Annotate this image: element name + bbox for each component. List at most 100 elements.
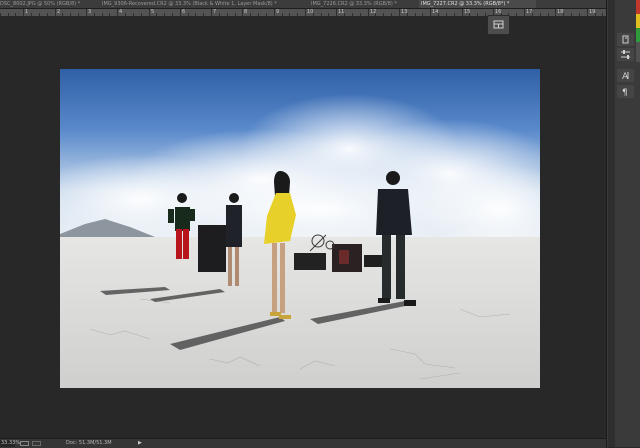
ruler-tick xyxy=(305,9,306,16)
tab-label: IMG_9306-Recovered.CR2 @ 33.3% (Black & … xyxy=(102,1,277,7)
ruler-minor-tick xyxy=(258,13,259,16)
ruler-tick xyxy=(462,9,463,16)
ruler-tick xyxy=(368,9,369,16)
horizontal-ruler: 012345678910111213141516171819 xyxy=(0,9,611,17)
ruler-minor-tick xyxy=(156,13,157,16)
ruler-tick xyxy=(430,9,431,16)
ruler-tick xyxy=(274,9,275,16)
ruler-minor-tick xyxy=(15,13,16,16)
ruler-label: 6 xyxy=(182,9,186,15)
ruler-label: 10 xyxy=(307,9,314,15)
ruler-minor-tick xyxy=(266,13,267,16)
tab-label: IMG_7226.CR2 @ 33.3% (RGB/8) * xyxy=(311,1,397,7)
ruler-label: 7 xyxy=(213,9,217,15)
ruler-minor-tick xyxy=(289,13,290,16)
ruler-minor-tick xyxy=(203,13,204,16)
tab-img-7226[interactable]: IMG_7226.CR2 @ 33.3% (RGB/8) * xyxy=(309,0,418,8)
ruler-minor-tick xyxy=(328,13,329,16)
ruler-minor-tick xyxy=(141,13,142,16)
ruler-label: 12 xyxy=(370,9,377,15)
ruler-tick xyxy=(117,9,118,16)
ruler-tick xyxy=(524,9,525,16)
ruler-minor-tick xyxy=(415,13,416,16)
tab-label: DSC_8002.JPG @ 50% (RGB/8) * xyxy=(0,1,81,7)
ruler-label: 13 xyxy=(401,9,408,15)
ruler-label: 4 xyxy=(119,9,123,15)
ruler-label: 1 xyxy=(25,9,29,15)
paragraph-panel-button[interactable]: ¶ xyxy=(617,85,634,98)
ruler-minor-tick xyxy=(8,13,9,16)
ruler-minor-tick xyxy=(571,13,572,16)
arrange-documents-button[interactable] xyxy=(487,15,510,35)
ruler-label: 14 xyxy=(432,9,439,15)
ruler-tick xyxy=(86,9,87,16)
ruler-minor-tick xyxy=(446,13,447,16)
ruler-tick xyxy=(587,9,588,16)
ruler-minor-tick xyxy=(39,13,40,16)
ruler-minor-tick xyxy=(485,13,486,16)
ruler-minor-tick xyxy=(321,13,322,16)
ruler-label: 8 xyxy=(244,9,248,15)
ruler-label: 9 xyxy=(276,9,280,15)
color-swatch-yellow xyxy=(636,14,640,28)
zoom-level-field[interactable]: 33.33% xyxy=(0,440,20,447)
tab-dsc-8002[interactable]: DSC_8002.JPG @ 50% (RGB/8) * xyxy=(0,0,99,8)
ruler-minor-tick xyxy=(516,13,517,16)
tab-img-9306[interactable]: IMG_9306-Recovered.CR2 @ 33.3% (Black & … xyxy=(100,0,308,8)
ruler-tick xyxy=(336,9,337,16)
ruler-minor-tick xyxy=(78,13,79,16)
ruler-minor-tick xyxy=(548,13,549,16)
arrange-documents-icon xyxy=(493,20,504,29)
ruler-minor-tick xyxy=(477,13,478,16)
ruler-label: 17 xyxy=(526,9,533,15)
panel-collapse-strip[interactable] xyxy=(608,0,615,447)
ruler-minor-tick xyxy=(454,13,455,16)
ruler-tick xyxy=(180,9,181,16)
adjustments-icon xyxy=(621,50,630,59)
ruler-label: 5 xyxy=(151,9,155,15)
ruler-minor-tick xyxy=(188,13,189,16)
ruler-minor-tick xyxy=(579,13,580,16)
ruler-tick xyxy=(149,9,150,16)
ruler-tick xyxy=(242,9,243,16)
ruler-minor-tick xyxy=(31,13,32,16)
ruler-label: 3 xyxy=(88,9,92,15)
ruler-minor-tick xyxy=(219,13,220,16)
ruler-minor-tick xyxy=(422,13,423,16)
ruler-label: 18 xyxy=(557,9,564,15)
paragraph-icon: ¶ xyxy=(622,88,628,98)
ruler-minor-tick xyxy=(282,13,283,16)
tab-img-7227[interactable]: IMG_7227.CR2 @ 33.3% (RGB/8*) * xyxy=(419,0,536,8)
ruler-tick xyxy=(55,9,56,16)
ruler-minor-tick xyxy=(70,13,71,16)
ruler-minor-tick xyxy=(164,13,165,16)
document-tab-bar: DSC_8002.JPG @ 50% (RGB/8) * IMG_9306-Re… xyxy=(0,0,606,9)
ruler-minor-tick xyxy=(250,13,251,16)
ruler-minor-tick xyxy=(227,13,228,16)
zoom-level: 33.33% xyxy=(1,440,21,446)
history-panel-button[interactable] xyxy=(617,33,634,46)
color-swatch-green xyxy=(636,28,640,42)
document-image[interactable] xyxy=(60,69,540,388)
ruler-minor-tick xyxy=(62,13,63,16)
ruler-tick xyxy=(23,9,24,16)
timing-icon[interactable] xyxy=(32,441,41,446)
ruler-label: 15 xyxy=(464,9,471,15)
ruler-minor-tick xyxy=(172,13,173,16)
ruler-minor-tick xyxy=(195,13,196,16)
character-panel-button[interactable]: A xyxy=(617,69,634,82)
ruler-minor-tick xyxy=(383,13,384,16)
document-profile-icon[interactable] xyxy=(20,441,29,446)
adjustments-panel-button[interactable] xyxy=(617,48,634,61)
ruler-tick xyxy=(211,9,212,16)
history-icon xyxy=(622,35,629,44)
ruler-label: 2 xyxy=(57,9,61,15)
ruler-minor-tick xyxy=(540,13,541,16)
ruler-minor-tick xyxy=(102,13,103,16)
tab-label: IMG_7227.CR2 @ 33.3% (RGB/8*) * xyxy=(421,1,510,7)
ruler-minor-tick xyxy=(47,13,48,16)
ruler-minor-tick xyxy=(360,13,361,16)
ruler-minor-tick xyxy=(297,13,298,16)
ruler-label: 19 xyxy=(589,9,596,15)
ruler-minor-tick xyxy=(235,13,236,16)
